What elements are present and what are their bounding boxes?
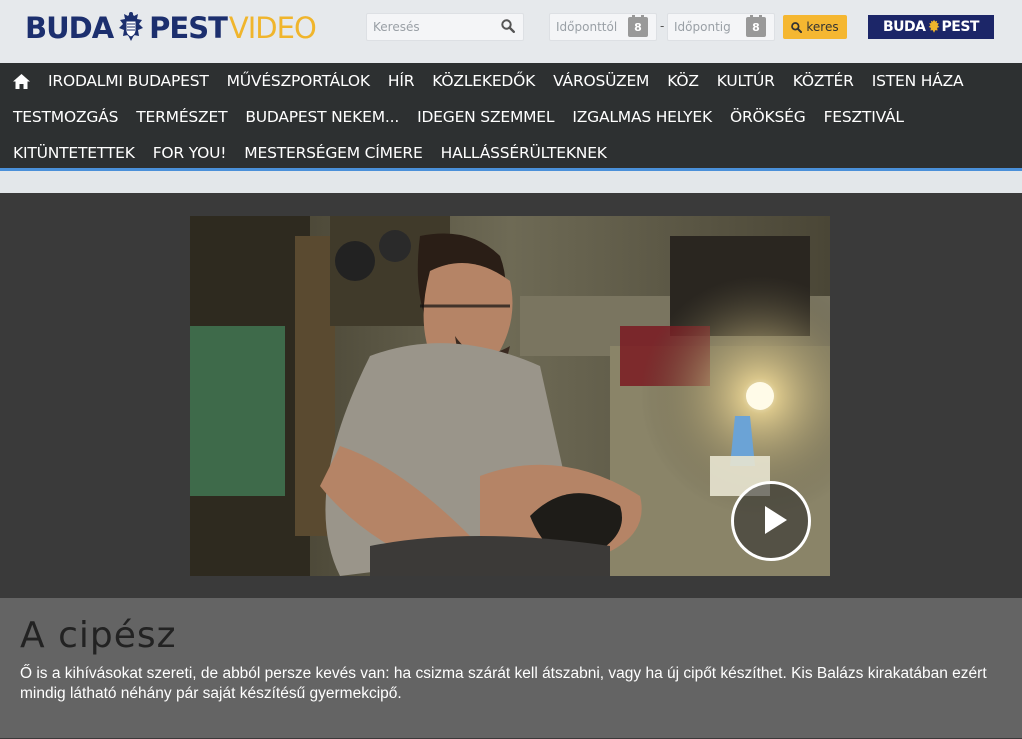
calendar-icon[interactable]: 8 [746, 15, 766, 37]
video-section [0, 193, 1022, 598]
main-navigation: IRODALMI BUDAPEST MŰVÉSZPORTÁLOK HÍR KÖZ… [0, 63, 1022, 171]
keres-button-label: keres [806, 20, 839, 34]
date-from-field: 8 [549, 13, 657, 41]
date-separator: - [660, 19, 665, 33]
search-icon[interactable] [501, 19, 515, 33]
date-to-input[interactable] [668, 14, 744, 40]
nav-item-kozter[interactable]: KÖZTÉR [784, 63, 863, 99]
nav-item-hir[interactable]: HÍR [379, 63, 423, 99]
nav-item-isten-haza[interactable]: ISTEN HÁZA [863, 63, 973, 99]
home-icon[interactable] [4, 63, 39, 99]
video-player[interactable] [190, 216, 830, 576]
search-input[interactable] [367, 14, 491, 40]
nav-item-hallasserulteknek[interactable]: HALLÁSSÉRÜLTEKNEK [432, 135, 616, 171]
nav-item-fesztival[interactable]: FESZTIVÁL [815, 99, 913, 135]
nav-item-kituntetettek[interactable]: KITÜNTETETTEK [4, 135, 144, 171]
nav-item-kozlekedok[interactable]: KÖZLEKEDŐK [423, 63, 544, 99]
nav-item-idegen-szemmel[interactable]: IDEGEN SZEMMEL [408, 99, 563, 135]
nav-item-for-you[interactable]: FOR YOU! [144, 135, 236, 171]
nav-item-koz[interactable]: KÖZ [658, 63, 708, 99]
nav-item-izgalmas-helyek[interactable]: IZGALMAS HELYEK [563, 99, 721, 135]
keres-button[interactable]: keres [783, 15, 847, 39]
logo-pest-text: PEST [149, 11, 228, 45]
date-from-input[interactable] [550, 14, 626, 40]
budapestvideo-logo[interactable]: BUDA PEST VIDEO [25, 8, 317, 48]
divider-strip [0, 171, 1022, 193]
nav-item-testmozgas[interactable]: TESTMOZGÁS [4, 99, 127, 135]
logo-buda-text: BUDA [25, 11, 114, 45]
budapest-badge-logo[interactable]: BUDA PEST [868, 15, 994, 39]
nav-item-irodalmi-budapest[interactable]: IRODALMI BUDAPEST [39, 63, 218, 99]
nav-item-varosuzem[interactable]: VÁROSÜZEM [544, 63, 658, 99]
play-icon[interactable] [731, 481, 811, 561]
logo-video-text: VIDEO [228, 11, 317, 45]
article-title: A cipész [20, 615, 177, 656]
search-icon [791, 21, 803, 33]
nav-item-mestersegem-cimere[interactable]: MESTERSÉGEM CÍMERE [235, 135, 431, 171]
nav-item-muveszportalok[interactable]: MŰVÉSZPORTÁLOK [218, 63, 379, 99]
site-header: BUDA PEST VIDEO 8 - 8 keres BUDA [0, 0, 1022, 63]
nav-item-kultur[interactable]: KULTÚR [708, 63, 784, 99]
coat-of-arms-icon [928, 19, 939, 33]
badge-pest-text: PEST [941, 19, 980, 35]
calendar-icon[interactable]: 8 [628, 15, 648, 37]
date-to-field: 8 [667, 13, 775, 41]
badge-buda-text: BUDA [883, 19, 926, 35]
nav-item-orokseg[interactable]: ÖRÖKSÉG [721, 99, 815, 135]
coat-of-arms-icon [119, 12, 144, 41]
search-box [366, 13, 524, 41]
nav-item-termeszet[interactable]: TERMÉSZET [127, 99, 236, 135]
article-info: A cipész Ő is a kihívásokat szereti, de … [0, 598, 1022, 738]
nav-item-budapest-nekem[interactable]: BUDAPEST NEKEM... [236, 99, 408, 135]
article-description: Ő is a kihívásokat szereti, de abból per… [20, 665, 987, 702]
